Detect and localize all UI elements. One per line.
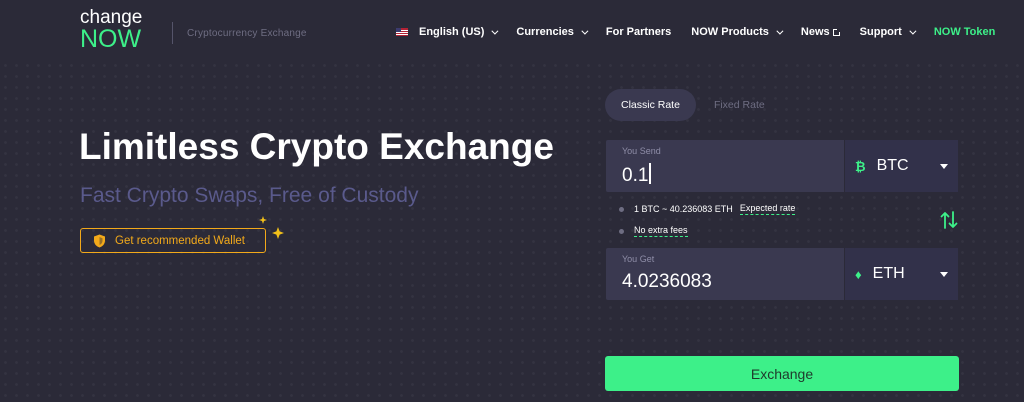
recommended-wallet-label: Get recommended Wallet	[115, 234, 245, 247]
nav-language-label: English (US)	[419, 26, 485, 38]
fees-dot	[619, 228, 624, 234]
tab-fixed-rate[interactable]: Fixed Rate	[698, 89, 781, 121]
get-label: You Get	[622, 254, 655, 264]
get-currency-label: ETH	[872, 265, 905, 282]
send-value-wrap: 0.1	[622, 163, 651, 187]
nav-currencies[interactable]: Currencies	[516, 26, 589, 38]
nav-currencies-label: Currencies	[516, 26, 574, 38]
shield-icon	[94, 234, 105, 247]
nav-support[interactable]: Support	[859, 26, 917, 38]
send-currency-label: BTC	[876, 157, 909, 174]
send-amount-input[interactable]: You Send 0.1	[606, 140, 844, 192]
logo[interactable]: change NOW	[80, 8, 142, 52]
get-currency-select[interactable]: ♦ ETH	[844, 248, 958, 300]
rate-tabs: Classic Rate Fixed Rate	[605, 89, 781, 121]
send-label: You Send	[622, 146, 661, 156]
nav-products-label: NOW Products	[691, 26, 769, 38]
get-amount-output[interactable]: You Get 4.0236083	[606, 248, 844, 300]
bitcoin-icon: ₿	[855, 158, 866, 174]
rate-info: 1 BTC ~ 40.236083 ETH Expected rate	[619, 203, 796, 215]
rate-dot	[619, 206, 624, 212]
nav-support-label: Support	[859, 26, 902, 38]
logo-divider	[172, 22, 173, 44]
nav-products[interactable]: NOW Products	[691, 26, 784, 38]
nav-news-label: News	[800, 26, 830, 38]
nav-token-label: NOW Token	[933, 26, 996, 38]
expected-rate-link[interactable]: Expected rate	[739, 203, 796, 215]
no-extra-fees-link[interactable]: No extra fees	[634, 225, 688, 237]
tagline: Cryptocurrency Exchange	[187, 28, 307, 39]
send-field: You Send 0.1 ₿ BTC	[606, 140, 958, 192]
dropdown-triangle-icon	[940, 164, 948, 169]
us-flag-icon	[396, 28, 408, 36]
get-value: 4.0236083	[622, 271, 712, 292]
dropdown-triangle-icon	[940, 272, 948, 277]
recommended-wallet-button[interactable]: Get recommended Wallet	[80, 228, 266, 253]
fees-info: No extra fees	[619, 225, 688, 237]
text-caret	[649, 163, 651, 184]
chevron-down-icon	[909, 27, 917, 35]
chevron-down-icon	[776, 27, 784, 35]
nav-language[interactable]: English (US)	[396, 26, 499, 38]
chevron-down-icon	[581, 27, 589, 35]
send-value: 0.1	[622, 165, 649, 186]
exchange-button[interactable]: Exchange	[605, 356, 959, 391]
hero-subtitle: Fast Crypto Swaps, Free of Custody	[80, 184, 419, 207]
nav-partners-label: For Partners	[605, 26, 672, 38]
get-field: You Get 4.0236083 ♦ ETH	[606, 248, 958, 300]
external-link-icon	[832, 27, 841, 36]
main-nav: English (US) Currencies For Partners NOW…	[396, 26, 1015, 38]
tab-classic-rate[interactable]: Classic Rate	[605, 89, 696, 121]
rate-text: 1 BTC ~ 40.236083 ETH	[634, 204, 733, 214]
nav-news[interactable]: News	[800, 26, 841, 38]
logo-text-bottom: NOW	[80, 25, 142, 53]
star-icon	[259, 216, 284, 239]
send-currency-select[interactable]: ₿ BTC	[844, 140, 958, 192]
ethereum-icon: ♦	[855, 266, 862, 282]
nav-token[interactable]: NOW Token	[934, 26, 996, 38]
chevron-down-icon	[491, 27, 499, 35]
hero-title: Limitless Crypto Exchange	[79, 126, 554, 167]
nav-partners[interactable]: For Partners	[606, 26, 671, 38]
swap-arrows-icon[interactable]	[940, 210, 958, 230]
